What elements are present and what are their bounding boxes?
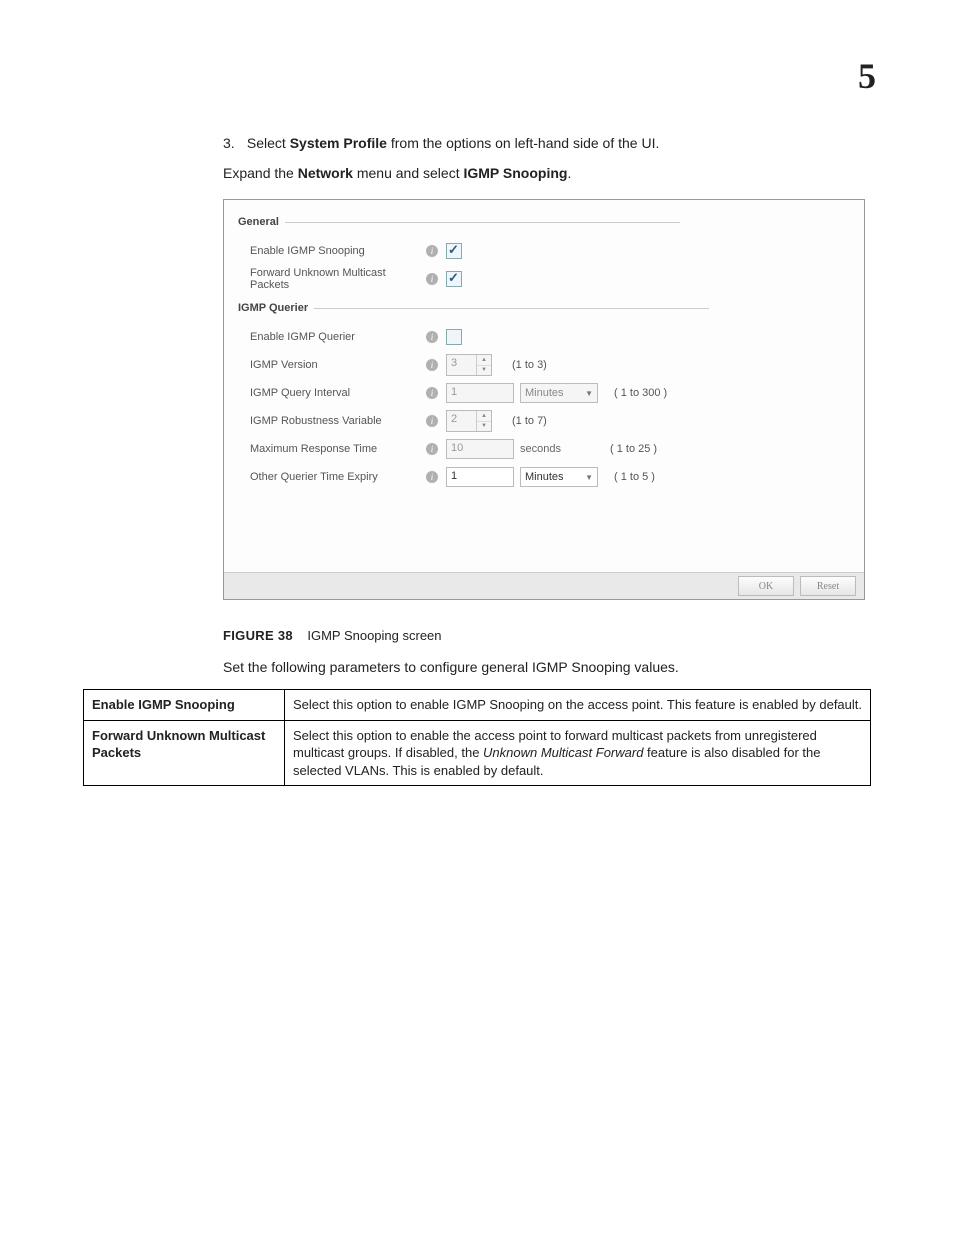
spinner-down-icon[interactable]: ▼ <box>477 422 491 432</box>
expand-pre: Expand the <box>223 165 298 181</box>
param-name: Forward Unknown Multicast Packets <box>84 720 285 786</box>
info-icon[interactable]: i <box>426 415 438 427</box>
section-querier: IGMP Querier <box>238 302 850 314</box>
reset-button[interactable]: Reset <box>800 576 856 596</box>
section-general: General <box>238 216 850 228</box>
label-robustness: IGMP Robustness Variable <box>250 415 426 427</box>
dropdown-query-interval-unit[interactable]: Minutes ▼ <box>520 383 598 403</box>
label-query-interval: IGMP Query Interval <box>250 387 426 399</box>
ok-button[interactable]: OK <box>738 576 794 596</box>
label-forward-unknown: Forward Unknown Multicast Packets <box>250 267 426 291</box>
expand-line: Expand the Network menu and select IGMP … <box>223 165 871 181</box>
step-3-line: 3. Select System Profile from the option… <box>223 135 871 151</box>
igmp-snooping-panel: General Enable IGMP Snooping i Forward U… <box>223 199 865 600</box>
range-max-response: ( 1 to 25 ) <box>610 443 657 455</box>
expand-mid: menu and select <box>353 165 464 181</box>
label-igmp-version: IGMP Version <box>250 359 426 371</box>
spinner-value: 3 <box>447 355 476 375</box>
unit-max-response: seconds <box>520 443 570 455</box>
section-divider <box>285 222 680 223</box>
label-other-expiry: Other Querier Time Expiry <box>250 471 426 483</box>
chevron-down-icon: ▼ <box>585 389 593 398</box>
spinner-up-icon[interactable]: ▲ <box>477 355 491 366</box>
info-icon[interactable]: i <box>426 387 438 399</box>
dropdown-label: Minutes <box>525 387 585 399</box>
checkbox-forward-unknown[interactable] <box>446 271 462 287</box>
checkbox-enable-querier[interactable] <box>446 329 462 345</box>
dropdown-other-expiry-unit[interactable]: Minutes ▼ <box>520 467 598 487</box>
table-row: Enable IGMP Snooping Select this option … <box>84 690 871 721</box>
section-querier-label: IGMP Querier <box>238 302 308 314</box>
range-other-expiry: ( 1 to 5 ) <box>614 471 655 483</box>
info-icon[interactable]: i <box>426 331 438 343</box>
input-max-response[interactable]: 10 <box>446 439 514 459</box>
label-max-response: Maximum Response Time <box>250 443 426 455</box>
input-query-interval[interactable]: 1 <box>446 383 514 403</box>
label-enable-snooping: Enable IGMP Snooping <box>250 245 426 257</box>
step-number: 3. <box>223 135 243 151</box>
chevron-down-icon: ▼ <box>585 473 593 482</box>
range-query-interval: ( 1 to 300 ) <box>614 387 667 399</box>
step-text-post: from the options on left-hand side of th… <box>387 135 659 151</box>
param-name: Enable IGMP Snooping <box>84 690 285 721</box>
step-bold: System Profile <box>290 135 387 151</box>
range-robustness: (1 to 7) <box>512 415 547 427</box>
info-icon[interactable]: i <box>426 471 438 483</box>
spinner-down-icon[interactable]: ▼ <box>477 366 491 376</box>
section-divider <box>314 308 709 309</box>
step-text-pre: Select <box>247 135 290 151</box>
input-other-expiry[interactable]: 1 <box>446 467 514 487</box>
info-icon[interactable]: i <box>426 359 438 371</box>
section-general-label: General <box>238 216 279 228</box>
checkbox-enable-snooping[interactable] <box>446 243 462 259</box>
expand-post: . <box>567 165 571 181</box>
spinner-value: 2 <box>447 411 476 431</box>
set-following-line: Set the following parameters to configur… <box>223 659 871 675</box>
spinner-igmp-version[interactable]: 3 ▲▼ <box>446 354 492 376</box>
info-icon[interactable]: i <box>426 443 438 455</box>
info-icon[interactable]: i <box>426 245 438 257</box>
button-bar: OK Reset <box>224 572 864 599</box>
spinner-up-icon[interactable]: ▲ <box>477 411 491 422</box>
figure-caption: FIGURE 38 IGMP Snooping screen <box>223 628 871 643</box>
param-desc: Select this option to enable the access … <box>285 720 871 786</box>
spinner-robustness[interactable]: 2 ▲▼ <box>446 410 492 432</box>
param-desc: Select this option to enable IGMP Snoopi… <box>285 690 871 721</box>
dropdown-label: Minutes <box>525 471 585 483</box>
desc-italic: Unknown Multicast Forward <box>483 745 643 760</box>
label-enable-querier: Enable IGMP Querier <box>250 331 426 343</box>
expand-b2: IGMP Snooping <box>463 165 567 181</box>
info-icon[interactable]: i <box>426 273 438 285</box>
expand-b1: Network <box>298 165 353 181</box>
figure-label: FIGURE 38 <box>223 628 293 643</box>
parameters-table: Enable IGMP Snooping Select this option … <box>83 689 871 786</box>
table-row: Forward Unknown Multicast Packets Select… <box>84 720 871 786</box>
figure-caption-text: IGMP Snooping screen <box>307 628 441 643</box>
range-igmp-version: (1 to 3) <box>512 359 547 371</box>
